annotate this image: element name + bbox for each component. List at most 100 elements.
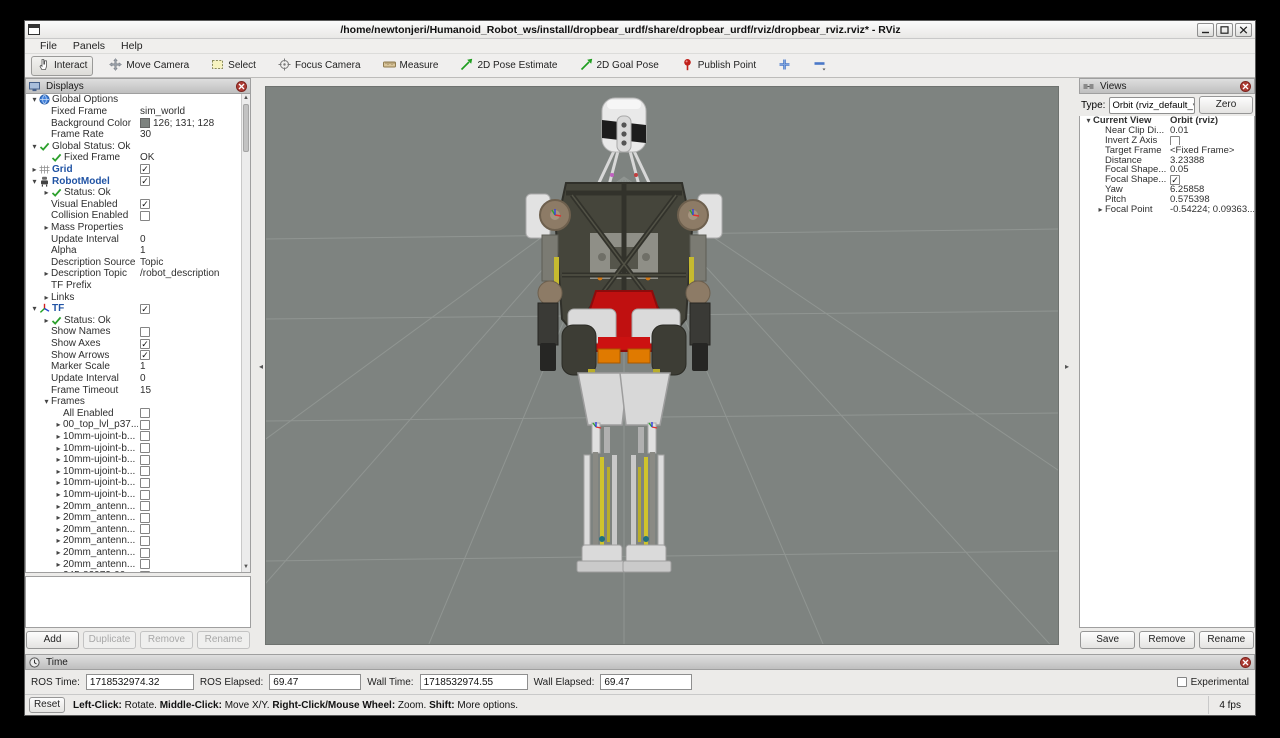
displays-row-20mm-antenn[interactable]: ▸20mm_antenn... (26, 524, 250, 536)
expander-open-icon[interactable]: ▾ (1084, 116, 1093, 125)
scroll-down-icon[interactable]: ▼ (242, 563, 250, 572)
expander-closed-icon[interactable]: ▸ (42, 316, 51, 325)
left-splitter[interactable]: ◂ (251, 78, 265, 652)
checkbox[interactable]: ✓ (1170, 175, 1180, 185)
expander-closed-icon[interactable]: ▸ (54, 478, 63, 487)
checkbox[interactable]: ✓ (140, 304, 150, 314)
displays-row-robotmodel[interactable]: ▾RobotModel✓ (26, 175, 250, 187)
checkbox[interactable] (1170, 136, 1180, 146)
tool-minus-button[interactable] (807, 56, 832, 76)
checkbox[interactable] (140, 501, 150, 511)
remove-button[interactable]: Remove (1139, 631, 1194, 649)
displays-row-mass-properties[interactable]: ▸Mass Properties (26, 222, 250, 234)
checkbox[interactable] (140, 513, 150, 523)
checkbox[interactable] (140, 466, 150, 476)
displays-row-tf[interactable]: ▾TF✓ (26, 303, 250, 315)
expander-closed-icon[interactable]: ▸ (54, 490, 63, 499)
tool-select-button[interactable]: Select (205, 56, 262, 76)
expander-closed-icon[interactable]: ▸ (54, 502, 63, 511)
checkbox[interactable] (140, 443, 150, 453)
wall-time-input[interactable] (420, 674, 528, 690)
expander-closed-icon[interactable]: ▸ (54, 432, 63, 441)
displays-row-fixed-frame[interactable]: Fixed FrameOK (26, 152, 250, 164)
render-viewport[interactable] (265, 86, 1059, 645)
tool-plus-button[interactable] (772, 56, 797, 76)
titlebar[interactable]: /home/newtonjeri/Humanoid_Robot_ws/insta… (25, 21, 1255, 39)
checkbox[interactable] (140, 420, 150, 430)
expander-closed-icon[interactable]: ▸ (1096, 205, 1105, 214)
views-row-focal-shape[interactable]: Focal Shape...0.05 (1080, 165, 1254, 175)
expander-open-icon[interactable]: ▾ (30, 304, 39, 313)
collapse-left-icon[interactable]: ◂ (259, 362, 263, 371)
minimize-button[interactable] (1197, 23, 1214, 37)
displays-panel-header[interactable]: Displays (25, 78, 251, 94)
tool-interact-button[interactable]: Interact (31, 56, 93, 76)
tool-focus-camera-button[interactable]: Focus Camera (272, 56, 367, 76)
tool-measure-button[interactable]: Measure (377, 56, 445, 76)
displays-row-show-names[interactable]: Show Names (26, 326, 250, 338)
collapse-right-icon[interactable]: ▸ (1065, 362, 1069, 371)
displays-row-alpha[interactable]: Alpha1 (26, 245, 250, 257)
checkbox[interactable]: ✓ (140, 164, 150, 174)
zero-button[interactable]: Zero (1199, 96, 1253, 114)
displays-row-245-82972-00[interactable]: ▸245-82972-00... (26, 570, 250, 573)
expander-closed-icon[interactable]: ▸ (54, 455, 63, 464)
views-row-current-view[interactable]: ▾Current ViewOrbit (rviz) (1080, 116, 1254, 126)
expander-closed-icon[interactable]: ▸ (54, 444, 63, 453)
ros-elapsed-input[interactable] (269, 674, 361, 690)
checkbox[interactable] (140, 536, 150, 546)
displays-row-10mm-ujoint-b[interactable]: ▸10mm-ujoint-b... (26, 431, 250, 443)
checkbox[interactable] (140, 211, 150, 221)
checkbox[interactable] (140, 431, 150, 441)
displays-row-show-arrows[interactable]: Show Arrows✓ (26, 349, 250, 361)
expander-closed-icon[interactable]: ▸ (54, 560, 63, 569)
expander-open-icon[interactable]: ▾ (30, 142, 39, 151)
add-button[interactable]: Add (26, 631, 79, 649)
view-type-dropdown[interactable]: Orbit (rviz_default_ ▾ (1109, 97, 1195, 114)
displays-row-visual-enabled[interactable]: Visual Enabled✓ (26, 198, 250, 210)
displays-row-fixed-frame[interactable]: Fixed Framesim_world (26, 106, 250, 118)
checkbox[interactable] (140, 548, 150, 558)
displays-row-10mm-ujoint-b[interactable]: ▸10mm-ujoint-b... (26, 466, 250, 478)
checkbox[interactable] (140, 408, 150, 418)
expander-closed-icon[interactable]: ▸ (42, 293, 51, 302)
views-row-pitch[interactable]: Pitch0.575398 (1080, 194, 1254, 204)
menu-file[interactable]: File (33, 39, 64, 53)
expander-closed-icon[interactable]: ▸ (54, 548, 63, 557)
displays-row-frame-timeout[interactable]: Frame Timeout15 (26, 384, 250, 396)
displays-row-10mm-ujoint-b[interactable]: ▸10mm-ujoint-b... (26, 477, 250, 489)
checkbox[interactable]: ✓ (140, 199, 150, 209)
expander-closed-icon[interactable]: ▸ (42, 269, 51, 278)
displays-row-frames[interactable]: ▾Frames (26, 396, 250, 408)
expander-closed-icon[interactable]: ▸ (42, 188, 51, 197)
tool-2d-goal-pose-button[interactable]: 2D Goal Pose (574, 56, 665, 76)
wall-elapsed-input[interactable] (600, 674, 692, 690)
ros-time-input[interactable] (86, 674, 194, 690)
checkbox[interactable]: ✓ (140, 350, 150, 360)
tool-publish-point-button[interactable]: Publish Point (675, 56, 762, 76)
displays-row-all-enabled[interactable]: All Enabled (26, 407, 250, 419)
displays-row-20mm-antenn[interactable]: ▸20mm_antenn... (26, 535, 250, 547)
displays-row-status-ok[interactable]: ▸Status: Ok (26, 315, 250, 327)
checkbox[interactable] (140, 327, 150, 337)
time-close-icon[interactable] (1240, 657, 1251, 668)
tool-2d-pose-estimate-button[interactable]: 2D Pose Estimate (454, 56, 563, 76)
expander-closed-icon[interactable]: ▸ (30, 165, 39, 174)
expander-closed-icon[interactable]: ▸ (54, 571, 63, 573)
displays-row-20mm-antenn[interactable]: ▸20mm_antenn... (26, 500, 250, 512)
displays-row-20mm-antenn[interactable]: ▸20mm_antenn... (26, 558, 250, 570)
expander-open-icon[interactable]: ▾ (30, 177, 39, 186)
checkbox[interactable] (140, 524, 150, 534)
displays-row-10mm-ujoint-b[interactable]: ▸10mm-ujoint-b... (26, 442, 250, 454)
views-row-distance[interactable]: Distance3.23388 (1080, 155, 1254, 165)
rename-button[interactable]: Rename (1199, 631, 1254, 649)
menu-help[interactable]: Help (114, 39, 150, 53)
expander-open-icon[interactable]: ▾ (42, 397, 51, 406)
close-button[interactable] (1235, 23, 1252, 37)
expander-closed-icon[interactable]: ▸ (54, 420, 63, 429)
expander-closed-icon[interactable]: ▸ (54, 467, 63, 476)
displays-close-icon[interactable] (236, 81, 247, 92)
views-close-icon[interactable] (1240, 81, 1251, 92)
displays-row-status-ok[interactable]: ▸Status: Ok (26, 187, 250, 199)
expander-closed-icon[interactable]: ▸ (54, 536, 63, 545)
